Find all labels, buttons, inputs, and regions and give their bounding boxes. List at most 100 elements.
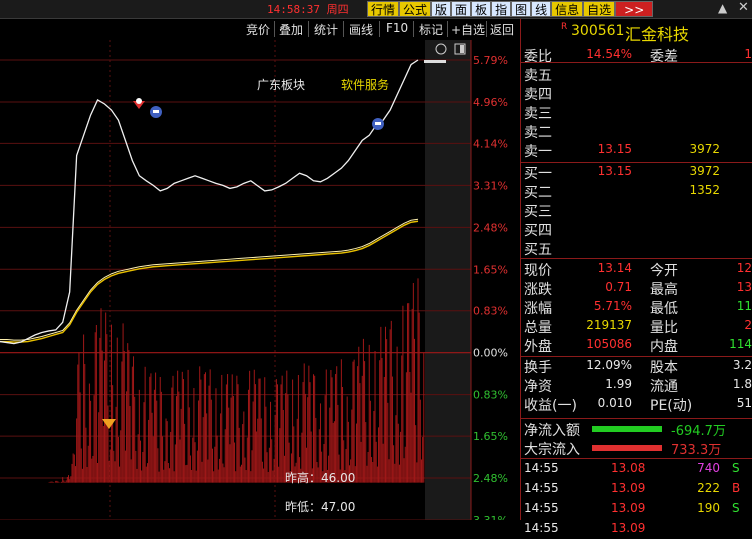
menu-more[interactable]: >> [615, 1, 654, 17]
sell-level-label: 卖一 [524, 144, 552, 160]
menu-tu[interactable]: 图 [511, 1, 532, 17]
stat2-label-2: 流通 [650, 379, 678, 395]
flow-row[interactable]: 净流入额 -694.7万 [521, 420, 752, 439]
buy-level-label: 买四 [524, 223, 552, 239]
sell-row[interactable]: 卖二 [521, 122, 752, 141]
toolbar-diejia[interactable]: 叠加 [279, 21, 303, 38]
price-line [0, 59, 419, 345]
stat-value-2: 13 [736, 280, 752, 294]
buy-level-label: 买二 [524, 185, 552, 201]
stat-row[interactable]: 涨跌 0.71 最高 13 [521, 279, 752, 298]
top-bar: 14:58:37 周四 行情 公式 版 面 板 指 图 线 信息 自选 >> ▲… [0, 0, 752, 19]
sell-level-label: 卖五 [524, 68, 552, 84]
chart-toolbar: 竞价 叠加 统计 画线 F10 标记 +自选 返回 [0, 19, 520, 39]
news-marker-icon-2[interactable] [372, 118, 384, 130]
sell-row[interactable]: 卖三 [521, 103, 752, 122]
stat-row[interactable]: 外盘 105086 内盘 114 [521, 336, 752, 355]
menu-xinxi[interactable]: 信息 [551, 1, 584, 17]
sector-label: 软件服务 [341, 77, 389, 92]
stat2-label: 换手 [524, 360, 552, 376]
stat-value: 0.71 [605, 280, 632, 294]
flow-label: 大宗流入 [524, 442, 580, 458]
sell-level-label: 卖三 [524, 106, 552, 122]
tick-row[interactable]: 14:55 13.09 [521, 520, 752, 539]
toolbar-fanhui[interactable]: 返回 [490, 21, 514, 38]
sell-level-label: 卖二 [524, 125, 552, 141]
pct-tick-label: 1.65% [473, 430, 508, 443]
stat-label: 涨跌 [524, 282, 552, 298]
news-marker-icon[interactable] [150, 106, 162, 118]
main-menu: 行情 公式 版 面 板 指 图 线 信息 自选 >> [367, 0, 654, 18]
tick-price: 13.08 [611, 461, 646, 475]
buy-row[interactable]: 买二 1352 [521, 182, 752, 201]
stat2-label: 收益(一) [524, 398, 577, 414]
shirt-icon[interactable]: ▲ [718, 1, 727, 15]
buy-level-label: 买三 [524, 204, 552, 220]
buy-row[interactable]: 买五 [521, 239, 752, 258]
stat-row[interactable]: 现价 13.14 今开 12 [521, 260, 752, 279]
buy-row[interactable]: 买四 [521, 220, 752, 239]
sell-row[interactable]: 卖一 13.15 3972 [521, 141, 752, 160]
pct-tick-label: 0.83% [473, 389, 508, 402]
clock: 14:58:37 周四 [267, 3, 349, 16]
menu-gongshi[interactable]: 公式 [399, 1, 432, 17]
pct-tick-label: 4.96% [473, 96, 508, 109]
stat2-value-2: 3.2 [732, 358, 752, 372]
buy-price: 13.15 [597, 164, 632, 178]
stock-header: R 300561 汇金科技 [521, 19, 752, 44]
stat2-value: 0.010 [597, 396, 632, 410]
intraday-chart[interactable]: 5.79% 4.96% 4.14% 3.31% 2.48% 1.65% 0.83% 0.00%… [0, 40, 520, 520]
toolbar-jingjia[interactable]: 竞价 [246, 21, 270, 38]
sell-row[interactable]: 卖四 [521, 84, 752, 103]
toolbar-biaoji[interactable]: 标记 [419, 21, 443, 38]
pct-tick-label: 2.48% [473, 472, 508, 485]
toolbar-zixuan[interactable]: +自选 [451, 21, 485, 38]
stat-label: 总量 [524, 320, 552, 336]
up-marker-icon[interactable] [133, 98, 145, 109]
tick-row[interactable]: 14:55 13.08 740 S [521, 460, 752, 479]
menu-ban[interactable]: 版 [431, 1, 452, 17]
menu-ban2[interactable]: 板 [471, 1, 492, 17]
flow-row[interactable]: 大宗流入 733.3万 [521, 439, 752, 458]
pct-tick-label: 2.48% [473, 221, 508, 234]
tick-side: B [732, 481, 741, 495]
buy-row[interactable]: 买一 13.15 3972 [521, 163, 752, 182]
pct-tick-label: 4.14% [473, 137, 508, 150]
tick-side: S [732, 501, 740, 515]
stat2-row[interactable]: 换手 12.09% 股本 3.2 [521, 357, 752, 376]
pct-tick-label: 1.65% [473, 263, 508, 276]
tick-price: 13.09 [611, 521, 646, 535]
stat2-value: 12.09% [586, 358, 632, 372]
tick-price: 13.09 [611, 481, 646, 495]
stat-label-2: 内盘 [650, 339, 678, 355]
stat2-row[interactable]: 收益(一) 0.010 PE(动) 51 [521, 395, 752, 414]
sell-row[interactable]: 卖五 [521, 65, 752, 84]
menu-mian[interactable]: 面 [451, 1, 472, 17]
current-marker [424, 60, 446, 63]
buy-row[interactable]: 买三 [521, 201, 752, 220]
tick-row[interactable]: 14:55 13.09 222 B [521, 480, 752, 499]
toolbar-tongji[interactable]: 统计 [314, 21, 338, 38]
stat2-value: 1.99 [605, 377, 632, 391]
avg-price-line [0, 220, 419, 343]
stat-row[interactable]: 涨幅 5.71% 最低 11 [521, 298, 752, 317]
stat2-row[interactable]: 净资 1.99 流通 1.8 [521, 376, 752, 395]
stat-row[interactable]: 总量 219137 量比 2 [521, 317, 752, 336]
close-icon[interactable]: ✕ [738, 0, 749, 15]
tick-row[interactable]: 14:55 13.09 190 S [521, 500, 752, 519]
pct-tick-label: 3.31% [473, 514, 508, 520]
pct-tick-label: 3.31% [473, 179, 508, 192]
toolbar-f10[interactable]: F10 [386, 21, 408, 35]
menu-zhi[interactable]: 指 [491, 1, 512, 17]
quote-panel: R 300561 汇金科技 委比 14.54% 委差 1 卖五 卖四 卖三 卖二 卖一 13.15… [521, 19, 752, 535]
prev-low-label: 昨低：47.00 [285, 500, 355, 514]
menu-zixuan[interactable]: 自选 [583, 1, 616, 17]
tick-time: 14:55 [524, 521, 559, 535]
menu-xian[interactable]: 线 [531, 1, 552, 17]
stat2-label-2: 股本 [650, 360, 678, 376]
toolbar-huaxian[interactable]: 画线 [349, 21, 373, 38]
menu-hangqing[interactable]: 行情 [367, 1, 400, 17]
buy-level-label: 买五 [524, 242, 552, 258]
weibi-label: 委比 [524, 49, 552, 65]
buy-volume: 1352 [689, 183, 720, 197]
